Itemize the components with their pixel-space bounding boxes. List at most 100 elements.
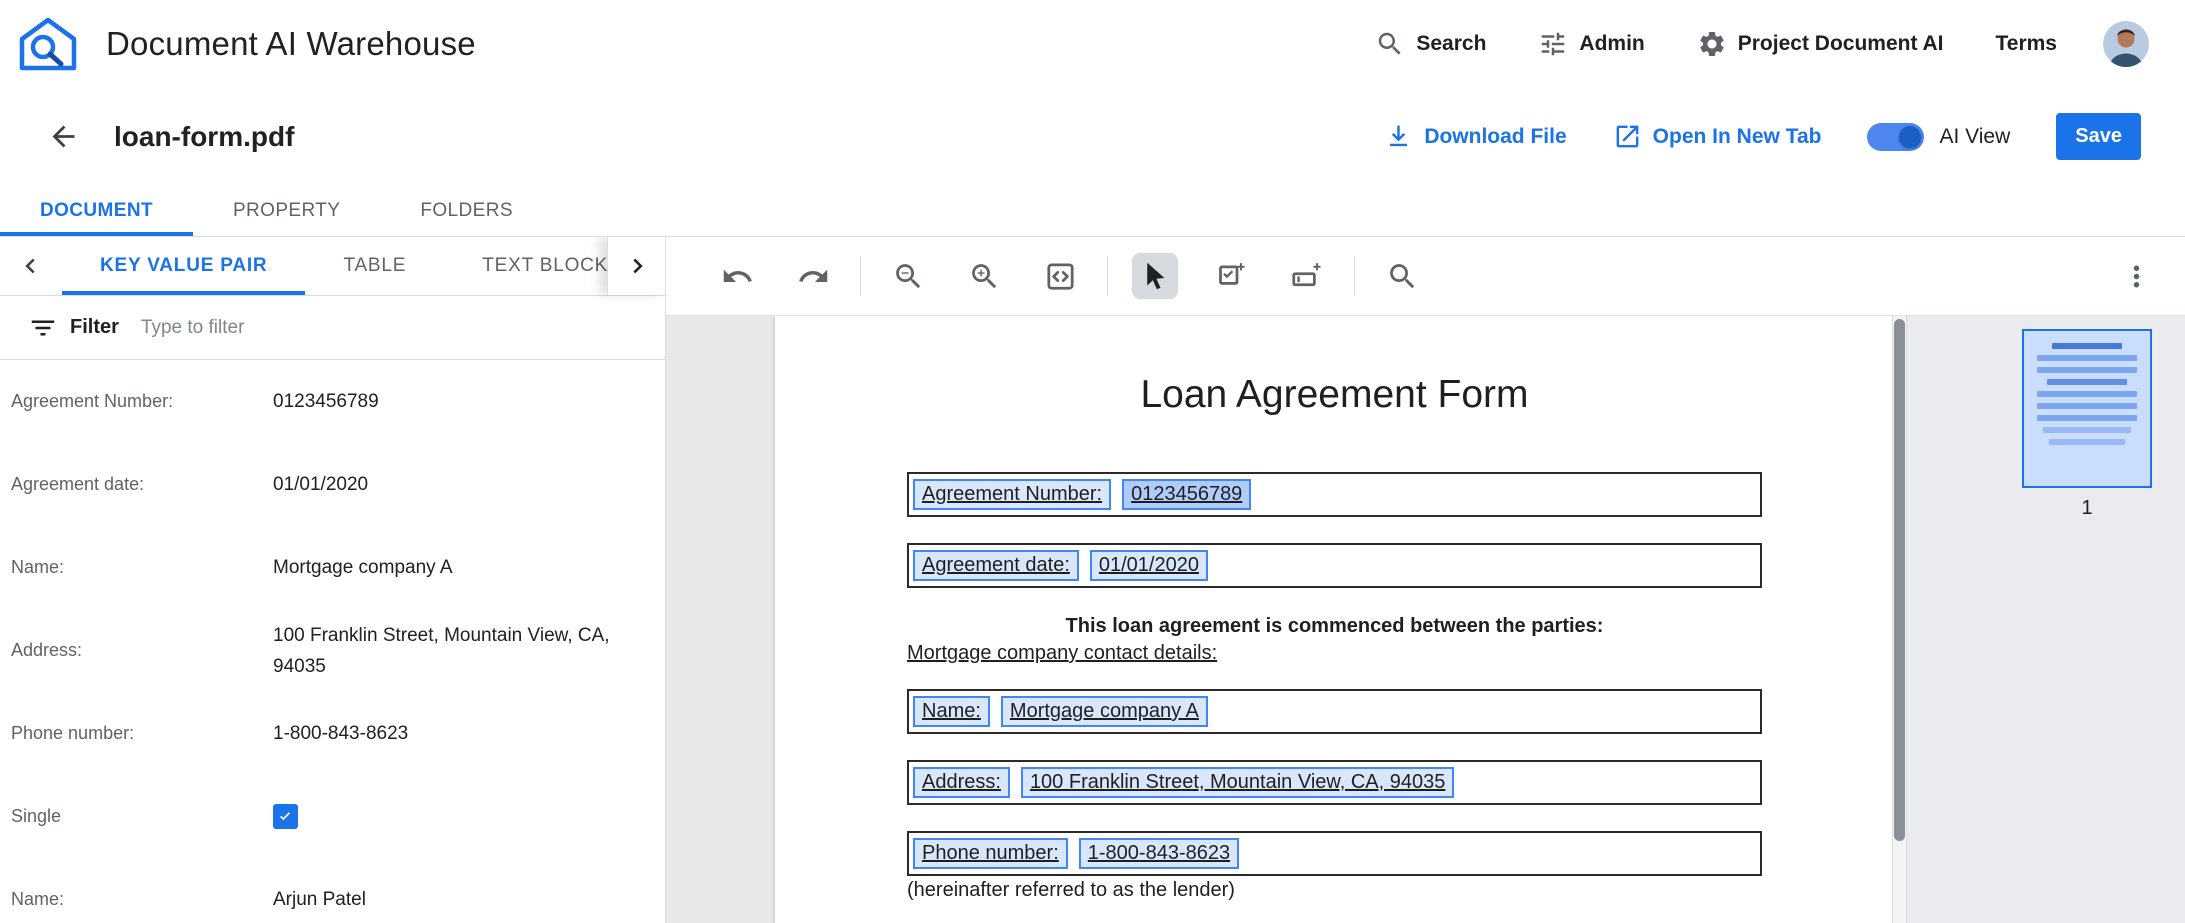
nav-project[interactable]: Project Document AI [1697,29,1944,59]
undo-button[interactable] [714,253,760,299]
avatar-image [2103,21,2149,67]
chevron-right-icon [624,253,650,279]
cursor-icon [1139,260,1172,293]
kv-value: 0123456789 [273,386,645,417]
entity-label[interactable]: Phone number: [913,838,1068,869]
download-file-label: Download File [1424,125,1566,149]
subtabs-scroll-left-button[interactable] [0,237,62,295]
page-thumbnail-panel: 1 [1907,316,2185,923]
zoom-out-icon [892,260,925,293]
kv-key: Name: [11,889,273,910]
nav-admin-label: Admin [1579,32,1644,56]
nav-admin[interactable]: Admin [1538,29,1644,59]
document-actions: Download File Open In New Tab AI View Sa… [1384,113,2141,160]
tab-document[interactable]: DOCUMENT [0,185,193,236]
entity-label[interactable]: Address: [913,767,1010,798]
kv-key: Agreement date: [11,474,273,495]
search-icon [1375,29,1405,59]
form-field-row: Address: 100 Franklin Street, Mountain V… [907,760,1762,805]
entity-label[interactable]: Name: [913,696,990,727]
document-header-bar: loan-form.pdf Download File Open In New … [0,88,2185,185]
entity-value[interactable]: 1-800-843-8623 [1079,838,1239,869]
viewer-toolbar [666,237,2185,316]
open-in-new-tab-link[interactable]: Open In New Tab [1613,122,1822,151]
subtab-key-value-pair[interactable]: KEY VALUE PAIR [62,237,305,295]
kv-value: Arjun Patel [273,884,645,915]
nav-terms[interactable]: Terms [1996,32,2057,56]
extraction-panel: KEY VALUE PAIR TABLE TEXT BLOCK Filter A… [0,237,666,923]
entity-value[interactable]: Mortgage company A [1001,696,1208,727]
extraction-subtabs: KEY VALUE PAIR TABLE TEXT BLOCK [0,237,665,296]
scrollbar-thumb[interactable] [1894,319,1905,841]
app-nav: Search Admin Project Document AI Terms [1375,21,2149,67]
add-text-field-icon [1291,260,1324,293]
kv-key: Name: [11,557,273,578]
more-options-button[interactable] [2113,253,2159,299]
nav-project-label: Project Document AI [1738,32,1944,56]
kv-row: Name: Arjun Patel [0,858,665,923]
search-icon [1386,260,1419,293]
add-checkbox-icon [1215,260,1248,293]
parties-line: This loan agreement is commenced between… [907,615,1762,638]
viewer-body: Loan Agreement Form Agreement Number: 01… [666,316,2185,923]
viewer-scrollbar [1892,316,1907,923]
pdf-title: Loan Agreement Form [907,372,1762,418]
more-vert-icon [2120,260,2153,293]
entity-label[interactable]: Agreement Number: [913,479,1111,510]
app-title: Document AI Warehouse [106,25,476,63]
kv-row: Name: Mortgage company A [0,526,665,609]
select-tool-button[interactable] [1132,253,1178,299]
kv-row: Agreement date: 01/01/2020 [0,443,665,526]
form-field-row: Name: Mortgage company A [907,689,1762,734]
toolbar-divider [1107,256,1108,296]
bounding-box-icon [1044,260,1077,293]
entity-value[interactable]: 100 Franklin Street, Mountain View, CA, … [1021,767,1454,798]
document-viewer: Loan Agreement Form Agreement Number: 01… [666,237,2185,923]
back-button[interactable] [40,114,86,160]
entity-value[interactable]: 0123456789 [1122,479,1251,510]
download-file-link[interactable]: Download File [1384,122,1566,151]
add-text-field-tool-button[interactable] [1284,253,1330,299]
kv-value: 100 Franklin Street, Mountain View, CA, … [273,620,645,682]
zoom-in-icon [968,260,1001,293]
filter-input[interactable] [141,317,645,339]
single-checkbox[interactable] [273,804,298,829]
zoom-in-button[interactable] [961,253,1007,299]
lender-line: (hereinafter referred to as the lender) [907,879,1762,902]
ai-view-toggle[interactable] [1867,123,1924,151]
avatar[interactable] [2103,21,2149,67]
viewer-search-button[interactable] [1379,253,1425,299]
subtabs-scroll-right-button[interactable] [607,237,665,295]
redo-button[interactable] [790,253,836,299]
kv-row: Phone number: 1-800-843-8623 [0,692,665,775]
kv-key: Address: [11,640,273,661]
app-bar: Document AI Warehouse Search Admin Proje… [0,0,2185,88]
arrow-back-icon [47,120,80,153]
entity-label[interactable]: Agreement date: [913,550,1079,581]
undo-icon [721,260,754,293]
key-value-list: Agreement Number: 0123456789 Agreement d… [0,360,665,923]
entity-value[interactable]: 01/01/2020 [1090,550,1208,581]
zoom-out-button[interactable] [885,253,931,299]
save-button[interactable]: Save [2056,113,2141,160]
tab-folders[interactable]: FOLDERS [380,185,553,236]
app-logo-icon [16,12,80,76]
add-checkbox-tool-button[interactable] [1208,253,1254,299]
kv-row: Agreement Number: 0123456789 [0,360,665,443]
ai-view-control: AI View [1867,123,2010,151]
filter-label: Filter [70,316,119,339]
page-canvas: Loan Agreement Form Agreement Number: 01… [666,316,1892,923]
page-thumbnail-item[interactable]: 1 [2022,329,2152,520]
nav-search[interactable]: Search [1375,29,1486,59]
kv-value: 01/01/2020 [273,469,645,500]
bounding-box-button[interactable] [1037,253,1083,299]
kv-value: 1-800-843-8623 [273,718,645,749]
document-filename: loan-form.pdf [114,121,294,153]
tab-property[interactable]: PROPERTY [193,185,380,236]
main-tabs: DOCUMENT PROPERTY FOLDERS [0,185,2185,237]
toolbar-divider [860,256,861,296]
kv-key: Single [11,806,273,827]
page-thumbnail [2022,329,2152,488]
subtab-table[interactable]: TABLE [305,237,444,295]
open-in-new-icon [1613,122,1642,151]
